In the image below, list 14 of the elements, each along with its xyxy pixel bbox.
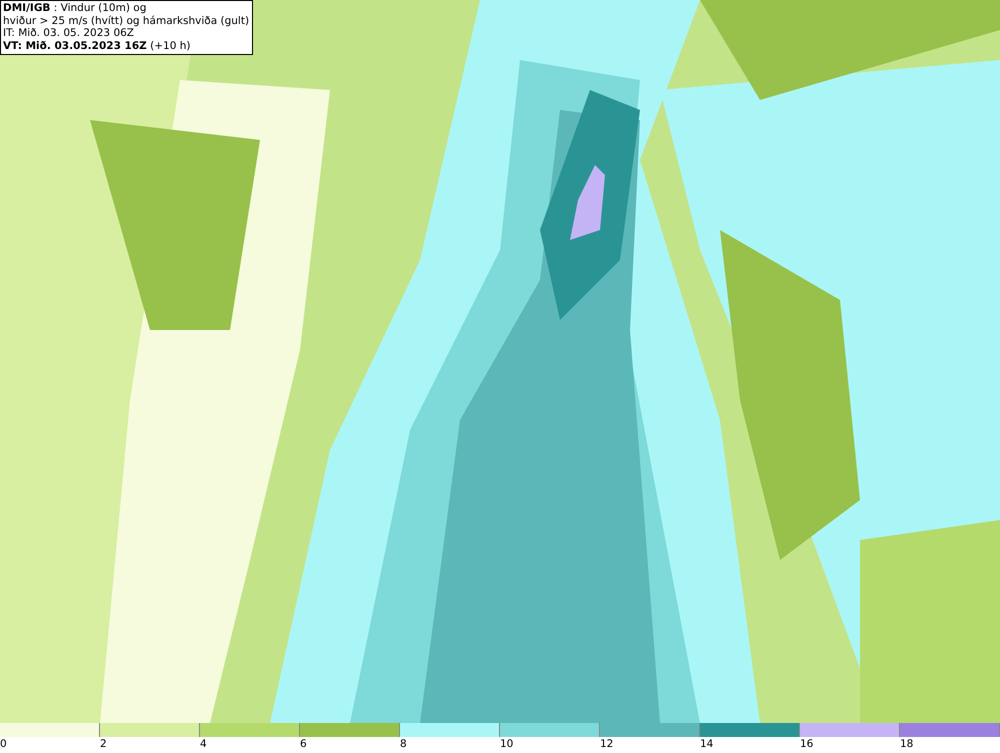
title-line: IT: Mið. 03. 05. 2023 06Z [3,27,135,40]
legend-tick-label: 4 [200,737,207,751]
legend-tick-label: 6 [300,737,307,751]
legend-tick-label: 14 [700,737,714,751]
title-line: DMI/IGB : Vindur (10m) og [3,2,148,14]
legend-tick-label: 10 [500,737,514,751]
legend-tick-label: 12 [600,737,614,751]
legend-tick-label: 2 [100,737,107,751]
legend-tick-label: 8 [400,737,407,751]
legend-tick-label: 18 [900,737,914,751]
title-line: hviður > 25 m/s (hvítt) og hámarkshviða (gult) [3,14,250,27]
legend-tick-label: 16 [800,737,814,751]
legend-tick-label: 0 [0,737,7,751]
title-line: VT: Mið. 03.05.2023 16Z (+10 h) [3,40,192,52]
